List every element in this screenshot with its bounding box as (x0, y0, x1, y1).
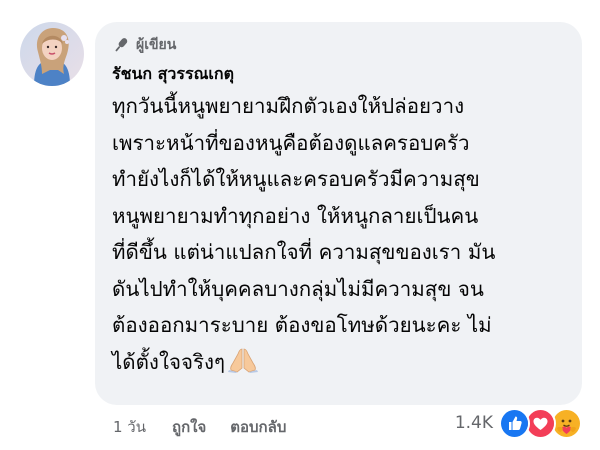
comment-line-last: ได้ตั้งใจจริงๆ (112, 344, 564, 381)
comment-line: ต้องออกมาระบาย ต้องขอโทษด้วยนะคะ ไม่ (112, 313, 492, 337)
like-button[interactable]: ถูกใจ (172, 415, 206, 439)
reply-button[interactable]: ตอบกลับ (230, 415, 286, 439)
reaction-count: 1.4K (454, 413, 493, 433)
comment-line: หนูพยายามทำทุกอย่าง ให้หนูกลายเป็นคน (112, 203, 479, 228)
author-badge-label: ผู้เขียน (136, 37, 177, 53)
comment-text: ทุกวันนี้หนูพยายามฝึกตัวเองให้ปล่อยวาง เ… (112, 88, 564, 380)
comment-bubble: ผู้เขียน รัชนก สุวรรณเกตุ ทุกวันนี้หนูพย… (95, 22, 582, 405)
comment-line: เพราะหน้าที่ของหนูคือต้องดูแลครอบครัว (112, 130, 470, 155)
comment-line: ที่ดีขึ้น แต่น่าแปลกใจที่ ความสุขของเรา … (112, 240, 496, 264)
avatar-image (20, 22, 84, 86)
comment-line: ดันไปทำให้บุคคลบางกลุ่มไม่มีความสุข จน (112, 276, 484, 301)
folded-hands-emoji (227, 347, 259, 373)
microphone-icon (112, 36, 130, 54)
comment: ผู้เขียน รัชนก สุวรรณเกตุ ทุกวันนี้หนูพย… (0, 0, 600, 450)
comment-actions: 1 วัน ถูกใจ ตอบกลับ (113, 413, 310, 441)
comment-line: ได้ตั้งใจจริงๆ (112, 349, 226, 374)
avatar[interactable] (20, 22, 84, 86)
comment-line: ทำยังไงก็ได้ให้หนูและครอบครัวมีความสุข (112, 167, 480, 191)
comment-time[interactable]: 1 วัน (113, 415, 146, 439)
like-reaction-icon (499, 407, 530, 439)
reactions-summary[interactable]: 1.4K (455, 406, 582, 440)
author-badge: ผู้เขียน (112, 34, 564, 56)
author-name[interactable]: รัชนก สุวรรณเกตุ (112, 62, 234, 86)
comment-line: ทุกวันนี้หนูพยายามฝึกตัวเองให้ปล่อยวาง (112, 94, 465, 118)
